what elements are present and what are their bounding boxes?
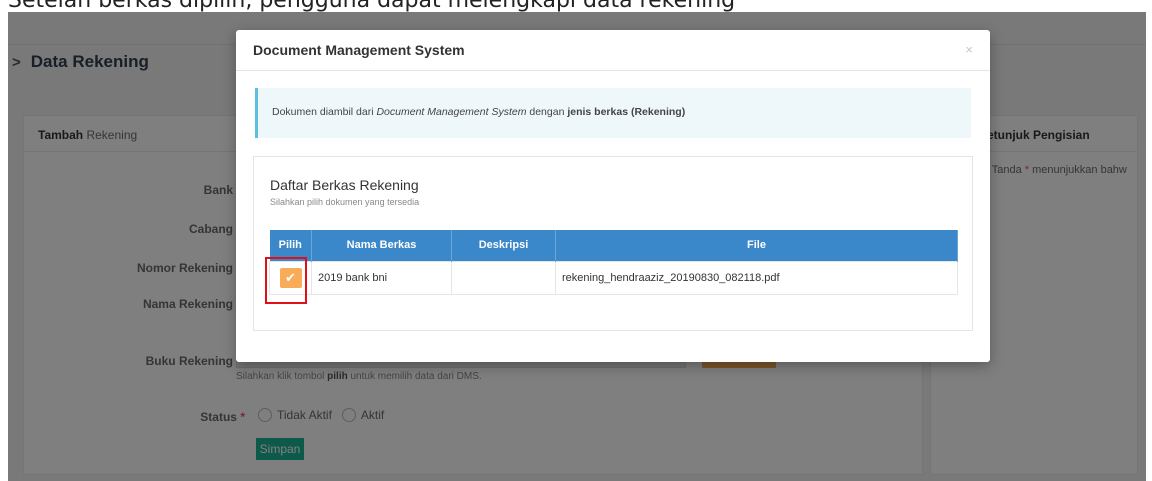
dms-modal: Document Management System × Dokumen dia… [236, 30, 990, 362]
alert-italic: Document Management System [376, 106, 527, 118]
card-title: Daftar Berkas Rekening [270, 177, 419, 193]
card-subtitle: Silahkan pilih dokumen yang tersedia [270, 197, 420, 207]
nama-berkas-cell: 2019 bank bni [311, 260, 452, 295]
alert-middle: dengan [526, 106, 568, 118]
berkas-card: Daftar Berkas Rekening Silahkan pilih do… [253, 156, 973, 331]
th-deskripsi: Deskripsi [451, 230, 556, 261]
modal-title: Document Management System [253, 42, 465, 58]
close-icon[interactable]: × [965, 42, 973, 57]
alert-prefix: Dokumen diambil dari [272, 106, 377, 118]
th-pilih: Pilih [269, 230, 312, 261]
th-nama-berkas: Nama Berkas [311, 230, 452, 261]
check-icon[interactable]: ✔ [279, 267, 302, 288]
pilih-cell: ✔ [269, 260, 312, 295]
th-file: File [555, 230, 958, 261]
modal-header: Document Management System × [236, 30, 990, 71]
info-alert: Dokumen diambil dari Document Management… [255, 88, 971, 138]
berkas-table: Pilih Nama Berkas Deskripsi File ✔ 2019 … [269, 230, 958, 295]
alert-bold: jenis berkas (Rekening) [567, 106, 686, 118]
table-row[interactable]: ✔ 2019 bank bni rekening_hendraaziz_2019… [269, 260, 958, 295]
table-header-row: Pilih Nama Berkas Deskripsi File [269, 230, 958, 261]
file-cell: rekening_hendraaziz_20190830_082118.pdf [555, 260, 958, 295]
deskripsi-cell [451, 260, 556, 295]
